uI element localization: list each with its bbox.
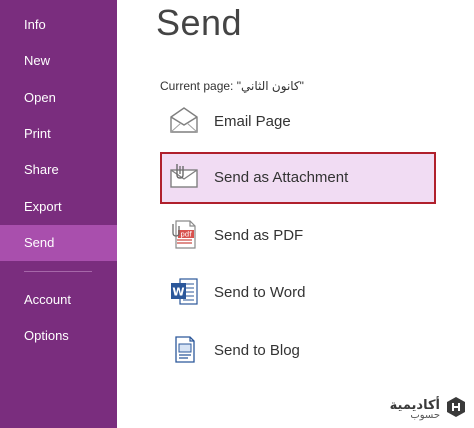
watermark: أكاديمية حسوب: [390, 394, 468, 424]
nav-export[interactable]: Export: [0, 189, 117, 225]
attachment-envelope-icon: [168, 160, 200, 192]
pdf-file-icon: pdf: [168, 218, 200, 250]
watermark-sub-text: حسوب: [410, 409, 440, 421]
send-as-attachment-option[interactable]: Send as Attachment: [160, 152, 436, 204]
send-as-pdf-option[interactable]: pdf Send as PDF: [160, 210, 436, 262]
email-page-label: Email Page: [214, 113, 291, 130]
page-title: Send: [156, 2, 243, 43]
svg-text:W: W: [172, 286, 184, 299]
send-to-word-label: Send to Word: [214, 284, 306, 301]
logo-icon: [444, 395, 468, 424]
current-page-label: Current page: "كانون الثاني": [160, 79, 304, 93]
envelope-icon: [168, 104, 200, 136]
nav-options[interactable]: Options: [0, 318, 117, 354]
backstage-sidebar: Info New Open Print Share Export Send Ac…: [0, 0, 117, 428]
watermark-main-text: أكاديمية: [389, 396, 440, 412]
nav-open[interactable]: Open: [0, 80, 117, 116]
send-to-blog-option[interactable]: Send to Blog: [160, 325, 436, 377]
svg-text:pdf: pdf: [180, 231, 192, 239]
send-panel: Send Current page: "كانون الثاني" Email …: [117, 0, 474, 428]
send-as-attachment-label: Send as Attachment: [214, 169, 349, 186]
send-to-word-option[interactable]: W Send to Word: [160, 267, 436, 319]
blog-icon: [168, 333, 200, 365]
email-page-option[interactable]: Email Page: [160, 96, 436, 148]
nav-share[interactable]: Share: [0, 152, 117, 188]
nav-account[interactable]: Account: [0, 282, 117, 318]
nav-new[interactable]: New: [0, 43, 117, 79]
nav-send[interactable]: Send: [0, 225, 117, 261]
send-to-blog-label: Send to Blog: [214, 342, 300, 359]
send-as-pdf-label: Send as PDF: [214, 227, 304, 244]
nav-divider: [24, 271, 92, 272]
nav-print[interactable]: Print: [0, 116, 117, 152]
nav-info[interactable]: Info: [0, 7, 117, 43]
word-icon: W: [168, 275, 200, 307]
